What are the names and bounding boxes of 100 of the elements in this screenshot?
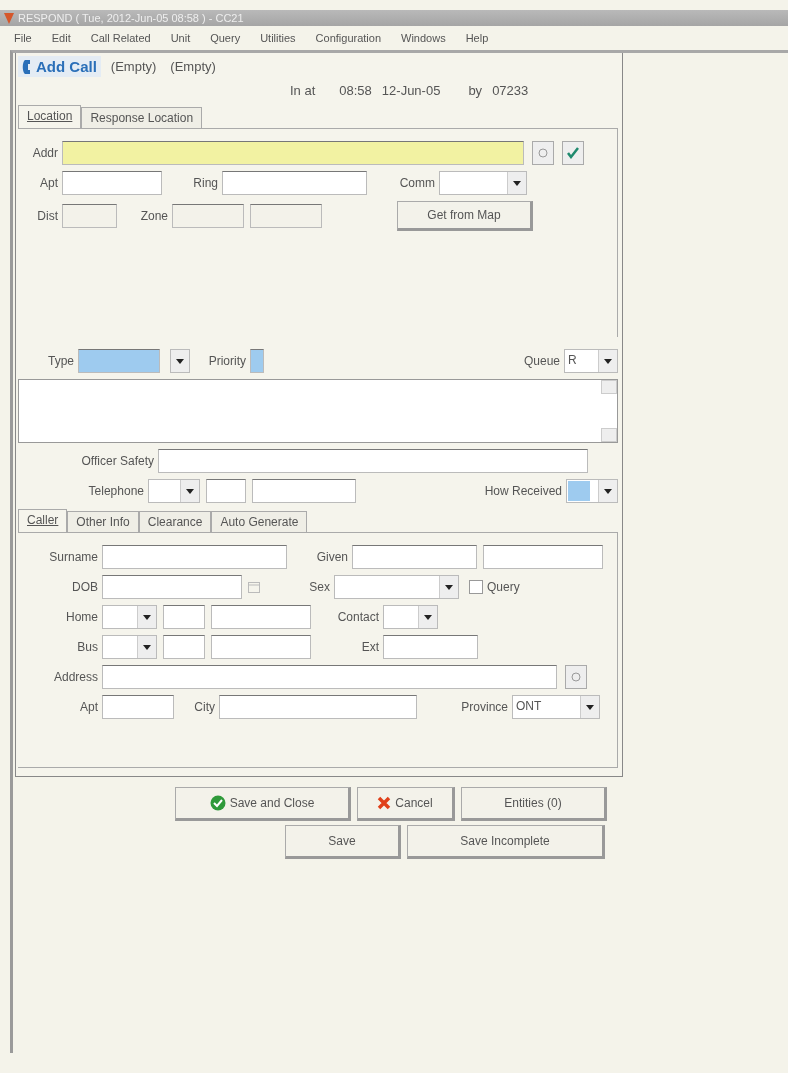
cancel-button[interactable]: Cancel [357,787,455,821]
caret-icon [186,488,194,494]
field-label: Home [65,610,99,624]
time-text: 08:58 [339,83,372,98]
field-label: How Received [483,484,563,498]
caret-icon [586,704,594,710]
in-at-label: In at [290,83,316,98]
caret-icon [143,614,151,620]
field-label: Province [460,700,509,714]
lookup-icon [538,148,548,158]
verify-button[interactable] [562,141,584,165]
apt-field[interactable] [62,171,162,195]
action-button[interactable]: Entities (0) [461,787,607,821]
given-name-field[interactable] [352,545,477,569]
field-label: Apt [79,700,99,714]
field-label: Contact [336,610,380,624]
dist-field [62,204,117,228]
menu-item[interactable]: Query [210,32,241,44]
address-field[interactable] [62,141,524,165]
field-label: Ext [360,640,380,654]
field-label: Ring [192,176,219,190]
get-from-map-button[interactable]: Get from Map [397,201,533,231]
caller-tab[interactable]: Clearance [138,511,212,532]
area-code-field[interactable] [163,635,205,659]
field-label: Surname [48,550,99,564]
dropdown[interactable]: R [564,349,618,373]
menu-item[interactable]: Unit [170,32,191,44]
ring-field[interactable] [222,171,367,195]
menu-item[interactable]: Call Related [90,32,151,44]
app-icon [4,12,14,24]
zone-field [250,204,322,228]
menu-item[interactable]: Configuration [315,32,382,44]
phone-field[interactable] [211,605,311,629]
field-label: Bus [76,640,99,654]
call-tab[interactable]: (Empty) [106,57,161,76]
caller-tab[interactable]: Caller [18,509,68,532]
field-label: Officer Safety [80,454,155,468]
middle-name-field[interactable] [483,545,603,569]
check-icon [209,795,226,811]
address-field[interactable] [102,665,557,689]
phone-field[interactable] [252,479,356,503]
location-tab[interactable]: Response Location [81,107,203,128]
extension-field[interactable] [383,635,478,659]
officer-safety-field[interactable] [158,449,588,473]
field-label: Queue [522,354,561,368]
by-label: by [468,83,483,98]
priority-field[interactable] [250,349,264,373]
lookup-icon [571,672,581,682]
field-label: Addr [31,146,59,160]
menu-item[interactable]: Windows [401,32,446,44]
user-id-text: 07233 [492,83,529,98]
field-label: Address [52,670,99,684]
close-icon [377,796,392,810]
menu-item[interactable]: Utilities [260,32,296,44]
surname-field[interactable] [102,545,287,569]
caller-tab[interactable]: Other Info [67,511,139,532]
field-label: Zone [139,209,169,223]
action-button[interactable]: Save [285,825,401,859]
field-label: Comm [398,176,436,190]
field-label: Sex [308,580,331,594]
dob-field[interactable] [102,575,242,599]
type-field[interactable] [78,349,160,373]
caret-icon [513,180,521,186]
calendar-icon [248,581,260,593]
area-code-field[interactable] [163,605,205,629]
checkbox-label: Query [486,580,520,594]
phone-icon [22,59,33,74]
call-tab[interactable]: Add Call [18,56,101,77]
dropdown[interactable]: ONT [512,695,600,719]
field-label: Telephone [87,484,145,498]
apt-field[interactable] [102,695,174,719]
query-checkbox[interactable] [469,580,483,594]
call-tab[interactable]: (Empty) [166,57,220,76]
save-and-close-button[interactable]: Save and Close [175,787,351,821]
field-label: Given [315,550,349,564]
field-label: DOB [71,580,99,594]
dropdown-button[interactable] [170,349,190,373]
caret-icon [604,358,612,364]
location-tab[interactable]: Location [18,105,82,128]
checkmark-icon [567,147,579,159]
field-label: Priority [207,354,247,368]
caret-icon [143,644,151,650]
field-label: City [193,700,216,714]
area-code-field[interactable] [206,479,246,503]
caller-tab[interactable]: Auto Generate [211,511,308,532]
window-title: RESPOND ( Tue, 2012-Jun-05 08:58 ) - CC21 [18,12,244,24]
caret-icon [604,488,612,494]
caret-icon [424,614,432,620]
city-field[interactable] [219,695,417,719]
action-button[interactable]: Save Incomplete [407,825,605,859]
field-label: Apt [39,176,59,190]
menu-item[interactable]: Edit [51,32,71,44]
date-text: 12-Jun-05 [381,83,441,98]
phone-field[interactable] [211,635,311,659]
menu-item[interactable]: Help [465,32,489,44]
menu-item[interactable]: File [14,32,32,44]
caret-icon [445,584,453,590]
caret-icon [176,358,184,364]
field-label: Dist [36,209,59,223]
field-label: Type [47,354,75,368]
